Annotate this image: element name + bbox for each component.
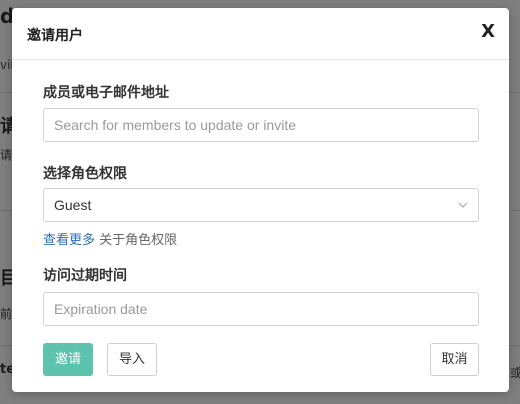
role-label: 选择角色权限 bbox=[43, 166, 127, 182]
invite-user-dialog: 邀请用户 X 成员或电子邮件地址 选择角色权限 Guest 查看更多 关于角色权… bbox=[12, 8, 509, 392]
expiration-date-input[interactable] bbox=[43, 292, 479, 326]
bg-text-fragment: 请 bbox=[0, 148, 12, 162]
bg-heading-fragment: 目 bbox=[0, 268, 12, 289]
close-button[interactable]: X bbox=[481, 21, 495, 42]
expiration-label: 访问过期时间 bbox=[43, 268, 127, 284]
members-label: 成员或电子邮件地址 bbox=[43, 85, 169, 101]
role-learn-more-link[interactable]: 查看更多 bbox=[43, 233, 95, 248]
role-select-value: Guest bbox=[54, 197, 92, 213]
bg-text-fragment: 或 bbox=[510, 366, 520, 380]
bg-text-fragment: vik bbox=[0, 58, 12, 72]
members-search-input[interactable] bbox=[43, 108, 479, 142]
cancel-button[interactable]: 取消 bbox=[430, 343, 479, 376]
bg-heading-fragment: de bbox=[0, 4, 12, 28]
bg-text-fragment: 前 bbox=[0, 307, 12, 321]
import-button[interactable]: 导入 bbox=[107, 343, 157, 376]
invite-button[interactable]: 邀请 bbox=[43, 343, 93, 376]
role-hint: 查看更多 关于角色权限 bbox=[43, 229, 177, 248]
chevron-down-icon bbox=[458, 202, 468, 208]
dialog-title: 邀请用户 bbox=[27, 28, 83, 44]
bg-heading-fragment: 请 bbox=[0, 116, 12, 137]
role-select[interactable]: Guest bbox=[43, 188, 479, 222]
dialog-header: 邀请用户 X bbox=[12, 8, 509, 60]
role-hint-text: 关于角色权限 bbox=[95, 233, 178, 248]
bg-text-fragment: te bbox=[0, 362, 12, 377]
